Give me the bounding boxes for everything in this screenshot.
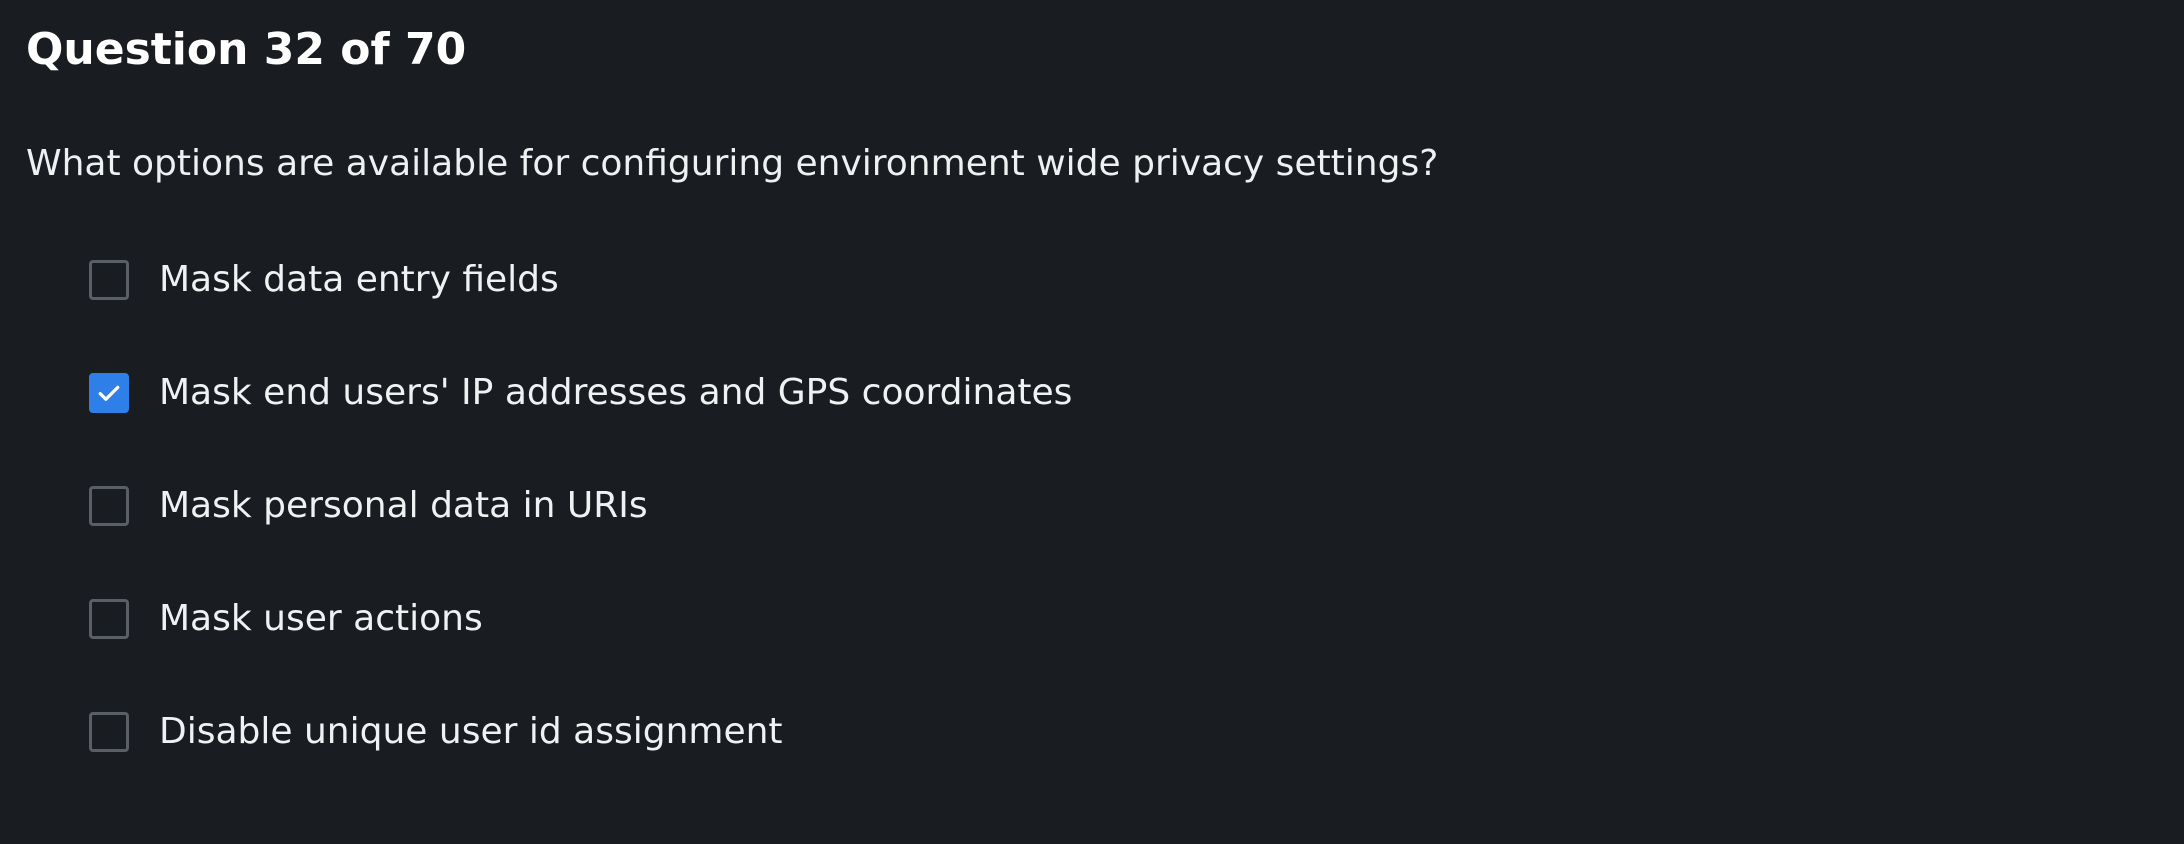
answer-options-list: Mask data entry fields Mask end users' I… (89, 0, 2184, 844)
answer-checkbox[interactable] (89, 599, 129, 639)
answer-option[interactable]: Mask data entry fields (89, 252, 559, 308)
answer-checkbox[interactable] (89, 712, 129, 752)
checkmark-icon (98, 385, 120, 401)
answer-option[interactable]: Mask user actions (89, 591, 483, 647)
answer-option[interactable]: Mask end users' IP addresses and GPS coo… (89, 365, 1072, 421)
answer-checkbox[interactable] (89, 260, 129, 300)
answer-option-label[interactable]: Mask data entry fields (159, 256, 559, 304)
answer-option[interactable]: Mask personal data in URIs (89, 478, 648, 534)
answer-option-label[interactable]: Disable unique user id assignment (159, 708, 783, 756)
answer-option-label[interactable]: Mask end users' IP addresses and GPS coo… (159, 369, 1072, 417)
answer-checkbox[interactable] (89, 373, 129, 413)
answer-option[interactable]: Disable unique user id assignment (89, 704, 783, 760)
answer-checkbox[interactable] (89, 486, 129, 526)
answer-option-label[interactable]: Mask user actions (159, 595, 483, 643)
answer-option-label[interactable]: Mask personal data in URIs (159, 482, 648, 530)
quiz-question-panel: Question 32 of 70 What options are avail… (26, 0, 2184, 844)
